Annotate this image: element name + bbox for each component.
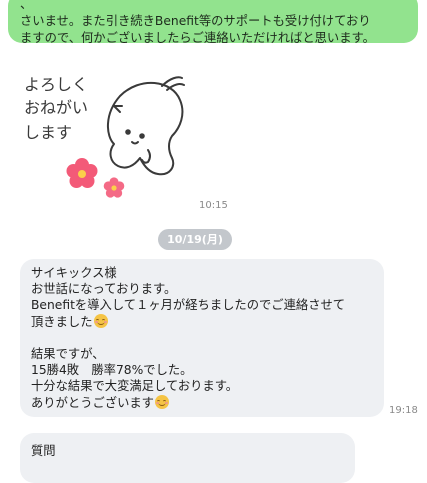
message-line: 結果ですが、 — [31, 347, 105, 361]
message-timestamp: 10:15 — [199, 200, 228, 211]
message-timestamp: 19:18 — [389, 405, 418, 416]
message-line: サイキックス様 — [31, 266, 117, 280]
message-line: 十分な結果で大変満足しております。 — [31, 379, 239, 394]
outgoing-message-bubble[interactable]: 、 さいませ。また引き続きBenefit等のサポートも受け付けており ますので、… — [8, 0, 418, 43]
message-line: ますので、何かございましたらご連絡いただければと思います。 — [20, 31, 375, 43]
message-line: 15勝4敗 勝率78%でした。 — [31, 363, 193, 378]
message-line: お世話になっております。 — [31, 282, 177, 297]
message-text: 質問 — [31, 444, 56, 458]
message-text: 頂きました — [31, 314, 93, 329]
smiling-face-icon — [154, 394, 169, 409]
message-line: ありがとうございます — [31, 394, 374, 411]
sticker-text-line: します — [24, 123, 72, 142]
message-line: 頂きました — [31, 313, 374, 330]
sticker-text-line: おねがい — [24, 98, 88, 117]
incoming-message-bubble[interactable]: 質問 — [20, 433, 355, 483]
smiling-face-icon — [93, 313, 108, 328]
message-text: ありがとうございます — [31, 395, 154, 410]
cat-sticker[interactable]: よろしく おねがい します — [22, 66, 197, 206]
cat-icon — [107, 76, 185, 176]
sticker-text-line: よろしく — [24, 75, 88, 94]
message-line: さいませ。また引き続きBenefit等のサポートも受け付けており — [20, 14, 371, 28]
message-line: Benefitを導入して１ヶ月が経ちましたのでご連絡させて — [31, 298, 346, 313]
message-line — [31, 330, 374, 346]
message-line: 、 — [20, 0, 270, 11]
date-divider: 10/19(月) — [158, 229, 232, 250]
incoming-message-bubble[interactable]: サイキックス様 お世話になっております。 Benefitを導入して１ヶ月が経ちま… — [20, 259, 384, 417]
